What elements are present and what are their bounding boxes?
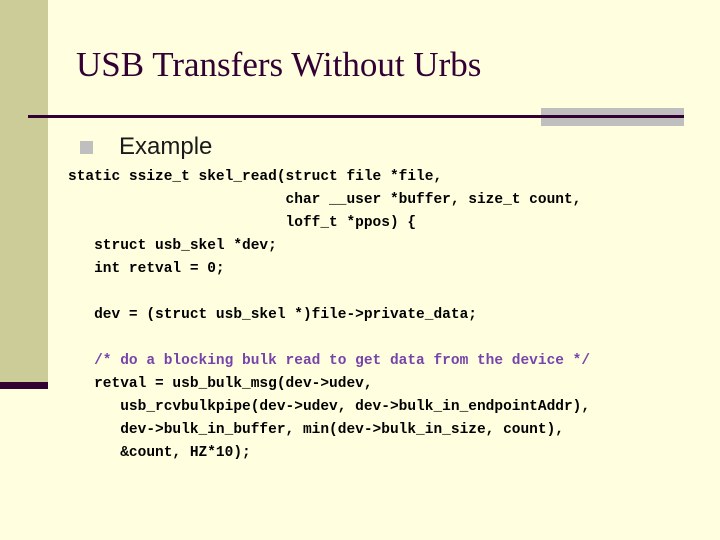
- slide-canvas: USB Transfers Without Urbs Example stati…: [0, 0, 720, 540]
- code-line: dev = (struct usb_skel *)file->private_d…: [68, 307, 477, 323]
- code-line: int retval = 0;: [68, 261, 225, 277]
- code-line: struct usb_skel *dev;: [68, 238, 277, 254]
- code-comment-line: /* do a blocking bulk read to get data f…: [68, 353, 591, 369]
- page-title: USB Transfers Without Urbs: [76, 45, 482, 84]
- code-line: char __user *buffer, size_t count,: [68, 192, 582, 208]
- code-line: retval = usb_bulk_msg(dev->udev,: [68, 376, 373, 392]
- code-listing: static ssize_t skel_read(struct file *fi…: [68, 166, 708, 465]
- code-line: &count, HZ*10);: [68, 445, 251, 461]
- code-line: static ssize_t skel_read(struct file *fi…: [68, 169, 443, 185]
- code-line: dev->bulk_in_buffer, min(dev->bulk_in_si…: [68, 422, 564, 438]
- left-decorative-band: [0, 0, 48, 382]
- left-band-footer-accent: [0, 382, 48, 389]
- code-line: usb_rcvbulkpipe(dev->udev, dev->bulk_in_…: [68, 399, 591, 415]
- bullet-item-example: Example: [80, 133, 212, 161]
- square-bullet-icon: [80, 140, 93, 154]
- code-line: loff_t *ppos) {: [68, 215, 417, 231]
- title-divider-rule: [28, 115, 684, 118]
- bullet-item-label: Example: [119, 133, 213, 160]
